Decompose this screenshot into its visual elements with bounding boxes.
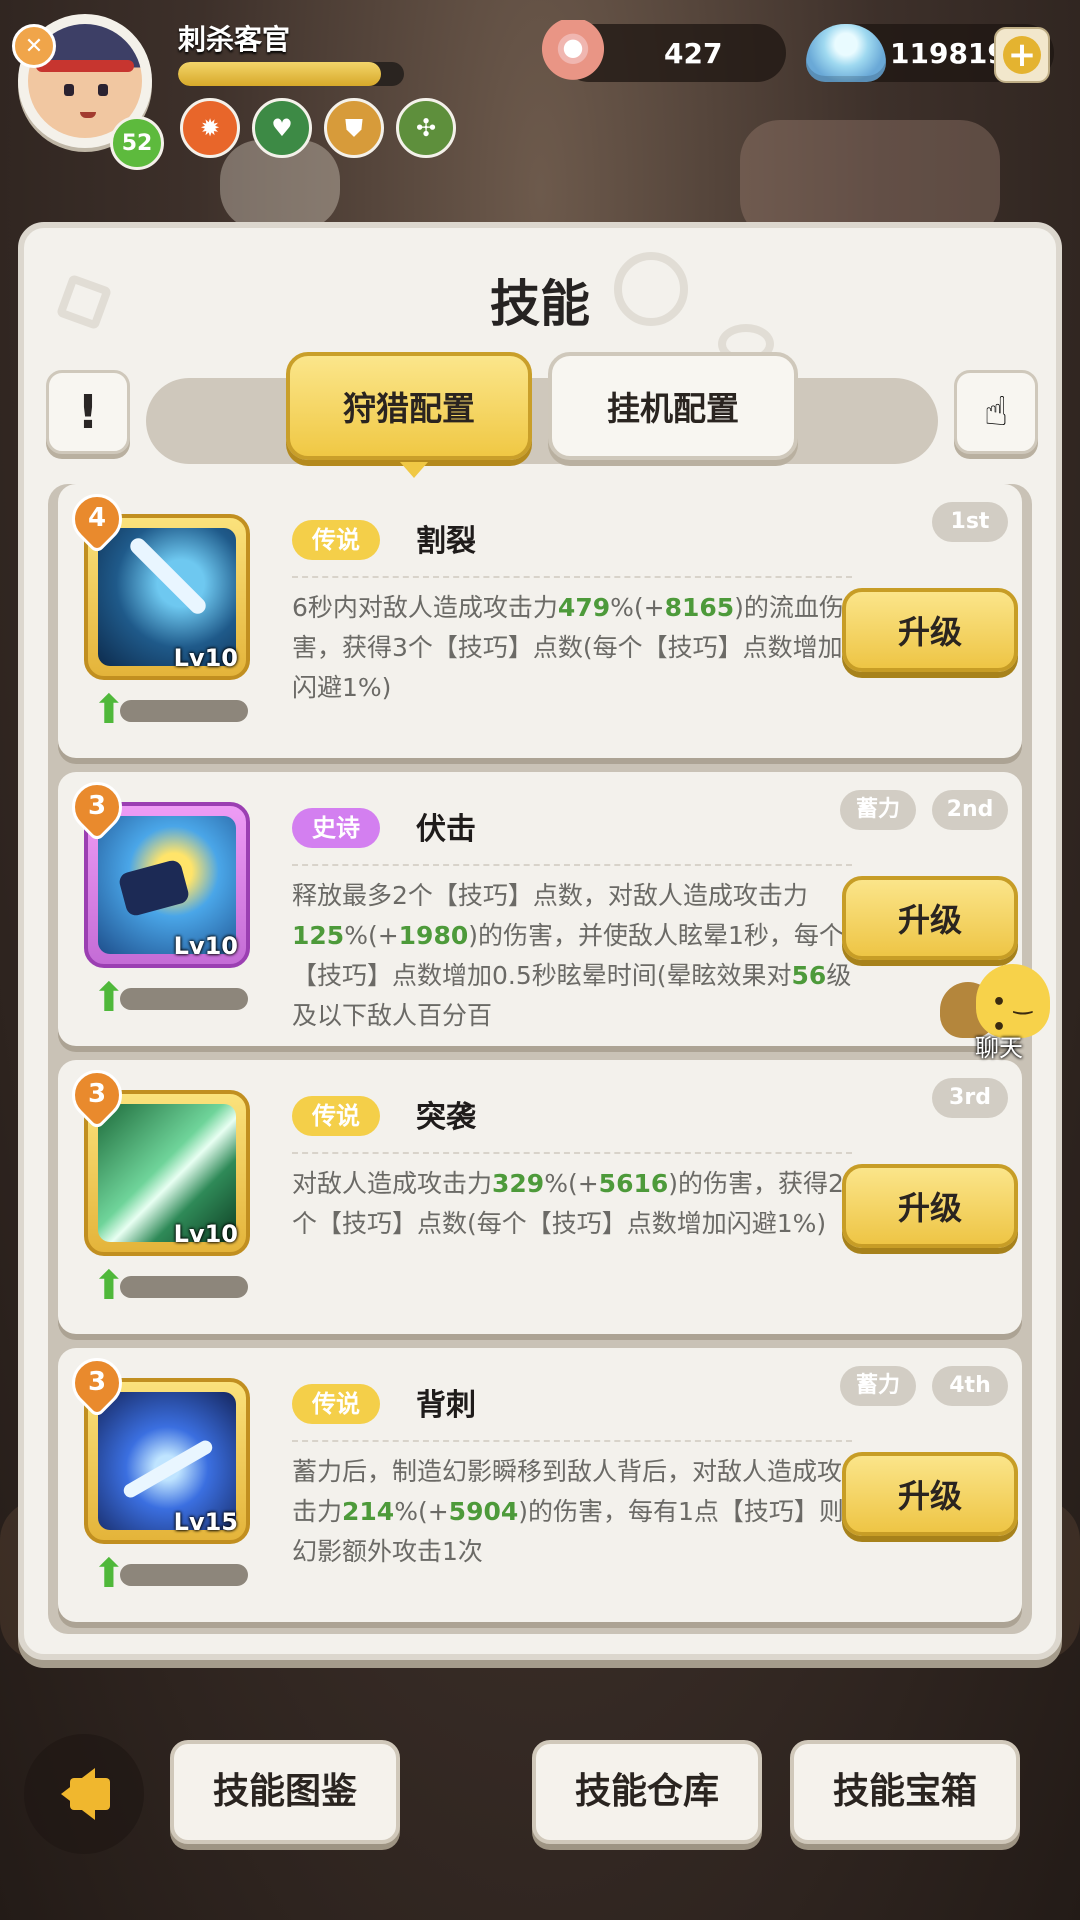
buff-icons: ✹ ♥ ⛊ ✣ xyxy=(180,98,456,158)
slot-rank-badge: 1st xyxy=(932,502,1008,542)
skill-name: 背刺 xyxy=(416,1388,476,1423)
skill-name: 伏击 xyxy=(416,812,476,847)
chat-label: 聊天 xyxy=(975,1034,1023,1062)
skill-card[interactable]: Lv10 3 ⬆ 史诗 伏击 蓄力 2nd 释放最多2个【技巧】点数，对敌人造成… xyxy=(58,771,1022,1046)
skill-description: 蓄力后，制造幻影瞬移到敌人背后，对敌人造成攻击力214%(+5904)的伤害，每… xyxy=(292,1457,844,1566)
skill-progress-bar xyxy=(120,1276,248,1298)
upgrade-button[interactable]: 升级 xyxy=(842,588,1018,672)
divider xyxy=(292,1440,852,1442)
divider xyxy=(292,1152,852,1154)
panel-title: 技能 xyxy=(490,275,590,333)
fire-buff-icon[interactable]: ✹ xyxy=(180,98,240,158)
star-count: 3 xyxy=(87,1079,107,1109)
tab-hunting-config[interactable]: 狩猎配置 xyxy=(286,352,532,478)
skill-progress-bar xyxy=(120,988,248,1010)
cactus-buff-icon[interactable]: ✣ xyxy=(396,98,456,158)
xp-bar xyxy=(178,62,404,86)
player-name: 刺杀客官 xyxy=(178,23,291,56)
skill-name: 割裂 xyxy=(416,524,476,559)
slot-rank-badge: 3rd xyxy=(932,1078,1008,1118)
heart-buff-icon[interactable]: ♥ xyxy=(252,98,312,158)
pearl-amount: 427 xyxy=(664,36,723,70)
plus-icon: + xyxy=(1003,36,1041,74)
divider xyxy=(292,576,852,578)
slot-rank-badge: 2nd xyxy=(932,790,1008,830)
upgrade-button[interactable]: 升级 xyxy=(842,1452,1018,1536)
skill-name: 突袭 xyxy=(416,1100,476,1135)
shell-amount: 119819 xyxy=(890,36,1007,70)
rarity-badge: 传说 xyxy=(292,1384,380,1424)
hand-icon: ☝ xyxy=(983,389,1009,435)
skill-codex-button[interactable]: 技能图鉴 xyxy=(170,1740,400,1844)
rarity-badge: 传说 xyxy=(292,520,380,560)
skill-level: Lv15 xyxy=(173,1508,238,1536)
charge-badge: 蓄力 xyxy=(840,1366,916,1406)
upgrade-button[interactable]: 升级 xyxy=(842,876,1018,960)
skill-list[interactable]: Lv10 4 ⬆ 传说 割裂 1st 6秒内对敌人造成攻击力479%(+8165… xyxy=(48,483,1032,1634)
star-count: 3 xyxy=(87,1367,107,1397)
add-currency-button[interactable]: + xyxy=(994,27,1050,83)
skill-warehouse-button[interactable]: 技能仓库 xyxy=(532,1740,762,1844)
star-count: 3 xyxy=(87,791,107,821)
skill-description: 6秒内对敌人造成攻击力479%(+8165)的流血伤害，获得3个【技巧】点数(每… xyxy=(292,593,844,702)
skill-progress-bar xyxy=(120,1564,248,1586)
tab-idle-config[interactable]: 挂机配置 xyxy=(548,352,798,460)
skill-level: Lv10 xyxy=(173,644,238,672)
xp-bar-fill xyxy=(178,62,382,86)
star-count: 4 xyxy=(87,503,107,533)
upgrade-button[interactable]: 升级 xyxy=(842,1164,1018,1248)
info-button[interactable]: ! xyxy=(46,370,130,454)
back-arrow-icon xyxy=(70,1778,110,1810)
skill-level: Lv10 xyxy=(173,1220,238,1248)
skill-chest-button[interactable]: 技能宝箱 xyxy=(790,1740,1020,1844)
slot-rank-badge: 4th xyxy=(932,1366,1008,1406)
hand-gesture-button[interactable]: ☝ xyxy=(954,370,1038,454)
rarity-badge: 史诗 xyxy=(292,808,380,848)
tab-track xyxy=(146,378,938,464)
skill-level: Lv10 xyxy=(173,932,238,960)
smile-icon: • ‿ • xyxy=(992,990,1032,1040)
class-icon: ✕ xyxy=(12,24,56,68)
skill-card[interactable]: Lv10 4 ⬆ 传说 割裂 1st 6秒内对敌人造成攻击力479%(+8165… xyxy=(58,483,1022,758)
armor-buff-icon[interactable]: ⛊ xyxy=(324,98,384,158)
pearl-icon xyxy=(538,20,608,84)
skill-card[interactable]: Lv15 3 ⬆ 传说 背刺 蓄力 4th 蓄力后，制造幻影瞬移到敌人背后，对敌… xyxy=(58,1347,1022,1622)
skill-description: 对敌人造成攻击力329%(+5616)的伤害，获得2个【技巧】点数(每个【技巧】… xyxy=(292,1169,844,1238)
rarity-badge: 传说 xyxy=(292,1096,380,1136)
skill-progress-bar xyxy=(120,700,248,722)
skill-description: 释放最多2个【技巧】点数，对敌人造成攻击力125%(+1980)的伤害，并使敌人… xyxy=(292,881,852,1030)
chat-button[interactable]: • ‿ • 聊天 xyxy=(934,960,1064,1070)
player-level-badge: 52 xyxy=(110,116,164,170)
skill-card[interactable]: Lv10 3 ⬆ 传说 突袭 3rd 对敌人造成攻击力329%(+5616)的伤… xyxy=(58,1059,1022,1334)
skills-panel: 技能 ! 狩猎配置 挂机配置 ☝ Lv10 4 ⬆ 传说 割裂 1st 6秒内对… xyxy=(18,222,1062,1660)
charge-badge: 蓄力 xyxy=(840,790,916,830)
divider xyxy=(292,864,852,866)
